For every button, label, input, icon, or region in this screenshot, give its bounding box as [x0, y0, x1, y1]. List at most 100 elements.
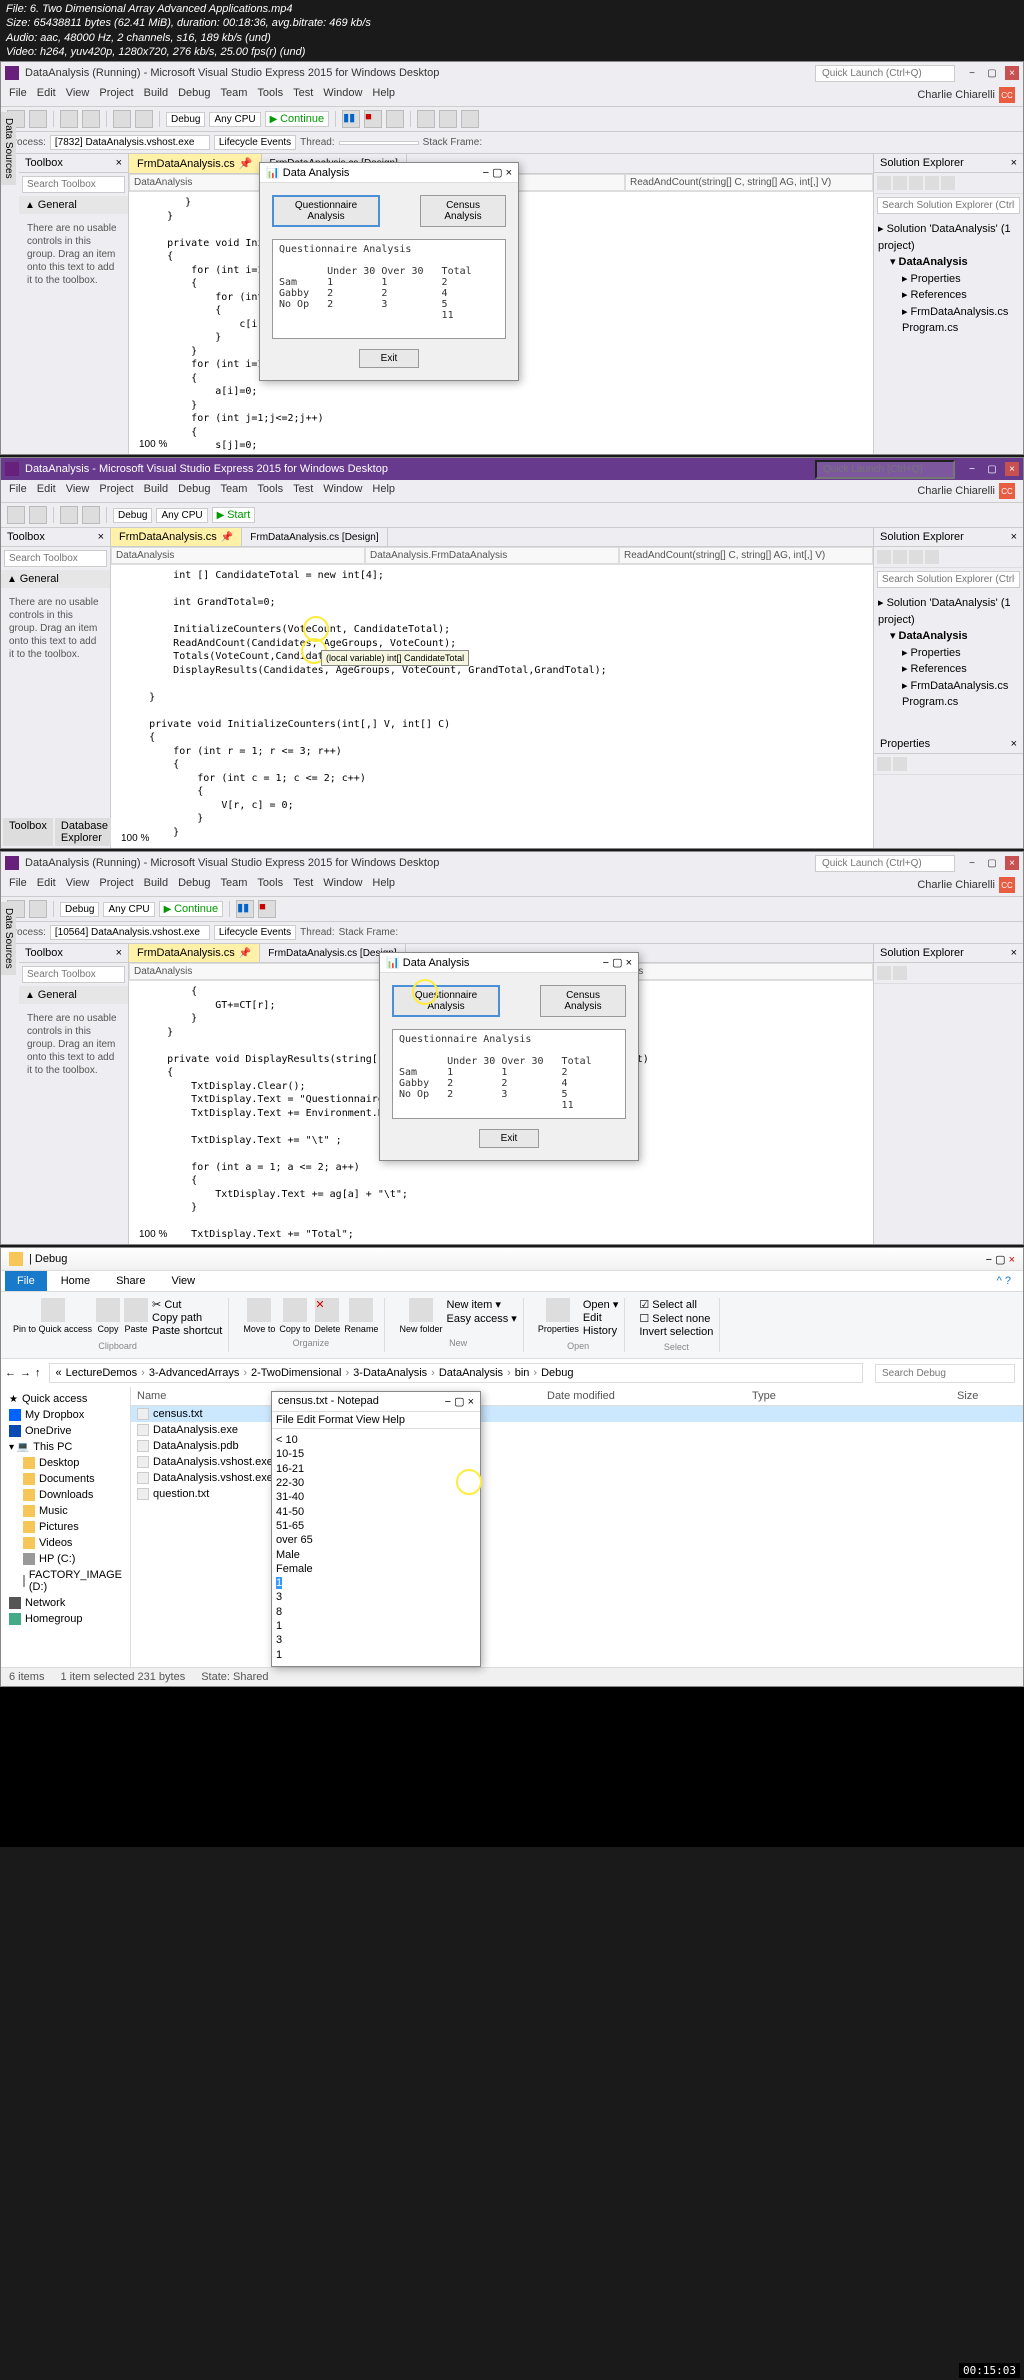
results-listbox[interactable]: Questionnaire Analysis Under 30 Over 30 …	[392, 1029, 626, 1119]
user-name[interactable]: Charlie Chiarelli	[917, 485, 995, 497]
menu-edit[interactable]: Edit	[37, 877, 56, 893]
platform-combo[interactable]: Any CPU	[209, 112, 260, 127]
explorer-search[interactable]	[875, 1364, 1015, 1383]
menu-help[interactable]: Help	[372, 483, 395, 499]
config-combo[interactable]: Debug	[166, 112, 205, 127]
menu-debug[interactable]: Debug	[178, 483, 210, 499]
lifecycle-combo[interactable]: Lifecycle Events	[214, 925, 296, 940]
history-button[interactable]: History	[583, 1325, 619, 1337]
code-editor-2[interactable]: int [] CandidateTotal = new int[4]; int …	[111, 565, 873, 848]
np-close-icon[interactable]: ×	[468, 1396, 474, 1408]
dialog-close-icon[interactable]: ×	[626, 957, 632, 969]
thread-combo[interactable]	[339, 141, 419, 145]
rename-button[interactable]: Rename	[344, 1298, 378, 1334]
se-close-icon[interactable]: ×	[1011, 157, 1017, 169]
header-size[interactable]: Size	[957, 1390, 1017, 1402]
pin-button[interactable]: Pin to Quick access	[13, 1298, 92, 1337]
close-button[interactable]: ×	[1005, 462, 1019, 476]
file-row[interactable]: census.txt	[131, 1406, 1023, 1422]
se-search[interactable]	[877, 197, 1020, 214]
selectnone-button[interactable]: ☐ Select none	[639, 1312, 713, 1325]
cut-button[interactable]: ✂ Cut	[152, 1298, 222, 1311]
menu-window[interactable]: Window	[323, 877, 362, 893]
nav-videos[interactable]: Videos	[5, 1535, 126, 1551]
newfolder-button[interactable]: New folder	[399, 1298, 442, 1334]
redo-button[interactable]	[135, 110, 153, 128]
nav-music[interactable]: Music	[5, 1503, 126, 1519]
tree-program[interactable]: Program.cs	[878, 694, 1019, 711]
step-over-button[interactable]	[439, 110, 457, 128]
tree-properties[interactable]: ▸ Properties	[878, 645, 1019, 662]
moveto-button[interactable]: Move to	[243, 1298, 275, 1334]
tree-project[interactable]: ▾ DataAnalysis	[878, 628, 1019, 645]
toolbox-search[interactable]	[4, 550, 107, 567]
nav-network[interactable]: Network	[5, 1595, 126, 1611]
platform-combo[interactable]: Any CPU	[103, 902, 154, 917]
nav-homegroup[interactable]: Homegroup	[5, 1611, 126, 1627]
nav-fwd-button[interactable]	[29, 900, 47, 918]
se-collapse-icon[interactable]	[909, 176, 923, 190]
tree-solution[interactable]: ▸ Solution 'DataAnalysis' (1 project)	[878, 221, 1019, 254]
se-search[interactable]	[877, 571, 1020, 588]
header-type[interactable]: Type	[752, 1390, 957, 1402]
start-button[interactable]: ▶ Start	[212, 507, 256, 523]
quick-launch-input[interactable]	[815, 460, 955, 479]
menu-window[interactable]: Window	[323, 87, 362, 103]
config-combo[interactable]: Debug	[60, 902, 99, 917]
delete-button[interactable]: ✕Delete	[314, 1298, 340, 1334]
toolbox-bottom-tab[interactable]: Toolbox	[3, 818, 53, 846]
census-button[interactable]: Census Analysis	[540, 985, 626, 1017]
pause-button[interactable]: ▮▮	[236, 900, 254, 918]
menu-file[interactable]: File	[9, 877, 27, 893]
se-props-icon[interactable]	[941, 176, 955, 190]
nav-back-icon[interactable]: ←	[5, 1367, 16, 1379]
step-out-button[interactable]	[461, 110, 479, 128]
exit-button[interactable]: Exit	[359, 349, 419, 368]
zoom-level[interactable]: 100 %	[115, 831, 155, 846]
nav-method[interactable]: ReadAndCount(string[] C, string[] AG, in…	[625, 174, 873, 191]
minimize-button[interactable]: −	[965, 66, 979, 80]
lifecycle-combo[interactable]: Lifecycle Events	[214, 135, 296, 150]
tree-references[interactable]: ▸ References	[878, 661, 1019, 678]
nav-fwd-button[interactable]	[29, 110, 47, 128]
menu-project[interactable]: Project	[99, 87, 133, 103]
np-menu-file[interactable]: File	[276, 1414, 294, 1426]
user-name[interactable]: Charlie Chiarelli	[917, 89, 995, 101]
user-avatar[interactable]: CC	[999, 877, 1015, 893]
data-sources-tab[interactable]: Data Sources	[1, 112, 16, 185]
menu-edit[interactable]: Edit	[37, 483, 56, 499]
notepad-content[interactable]: < 10 10-15 16-21 22-30 31-40 41-50 51-65…	[272, 1429, 480, 1666]
results-listbox[interactable]: Questionnaire Analysis Under 30 Over 30 …	[272, 239, 506, 339]
menu-tools[interactable]: Tools	[257, 483, 283, 499]
maximize-button[interactable]: ▢	[985, 462, 999, 476]
save-button[interactable]	[60, 110, 78, 128]
exp-max-icon[interactable]: ▢	[995, 1254, 1005, 1266]
pause-button[interactable]: ▮▮	[342, 110, 360, 128]
edit-button[interactable]: Edit	[583, 1312, 619, 1324]
se-home-icon[interactable]	[877, 176, 891, 190]
se-show-icon[interactable]	[925, 176, 939, 190]
maximize-button[interactable]: ▢	[985, 856, 999, 870]
platform-combo[interactable]: Any CPU	[156, 508, 207, 523]
save-all-button[interactable]	[82, 110, 100, 128]
menu-build[interactable]: Build	[144, 483, 168, 499]
nav-hp[interactable]: HP (C:)	[5, 1551, 126, 1567]
tab-cs[interactable]: FrmDataAnalysis.cs 📌	[129, 944, 260, 962]
nav-fwd-button[interactable]	[29, 506, 47, 524]
nav-factory[interactable]: FACTORY_IMAGE (D:)	[5, 1567, 126, 1595]
np-min-icon[interactable]: −	[445, 1396, 451, 1408]
nav-desktop[interactable]: Desktop	[5, 1455, 126, 1471]
nav-up-icon[interactable]: ↑	[35, 1367, 41, 1379]
minimize-button[interactable]: −	[965, 856, 979, 870]
stop-button[interactable]: ■	[364, 110, 382, 128]
stop-button[interactable]: ■	[258, 900, 276, 918]
zoom-level[interactable]: 100 %	[133, 1227, 173, 1242]
np-menu-view[interactable]: View	[356, 1414, 380, 1426]
tree-properties[interactable]: ▸ Properties	[878, 271, 1019, 288]
close-button[interactable]: ×	[1005, 856, 1019, 870]
db-explorer-tab[interactable]: Database Explorer	[55, 818, 114, 846]
save-all-button[interactable]	[82, 506, 100, 524]
zoom-level[interactable]: 100 %	[133, 437, 173, 452]
tab-cs[interactable]: FrmDataAnalysis.cs 📌	[129, 154, 262, 173]
menu-help[interactable]: Help	[372, 877, 395, 893]
